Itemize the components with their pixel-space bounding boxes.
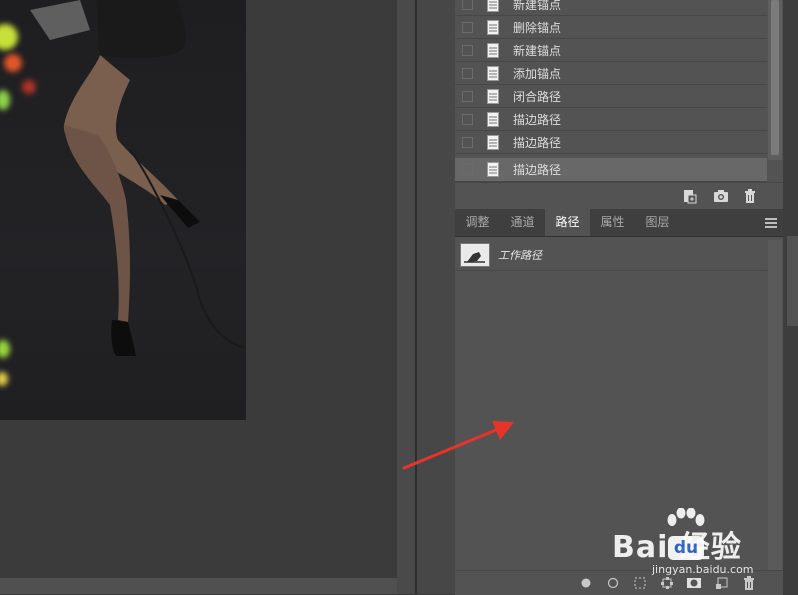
red-arrow-annotation — [402, 421, 514, 470]
watermark-brand-mark: du — [668, 536, 704, 560]
baidu-jingyan-watermark: Bai 经验 du jingyan.baidu.com — [612, 508, 798, 588]
watermark-subtitle: jingyan.baidu.com — [652, 563, 754, 576]
